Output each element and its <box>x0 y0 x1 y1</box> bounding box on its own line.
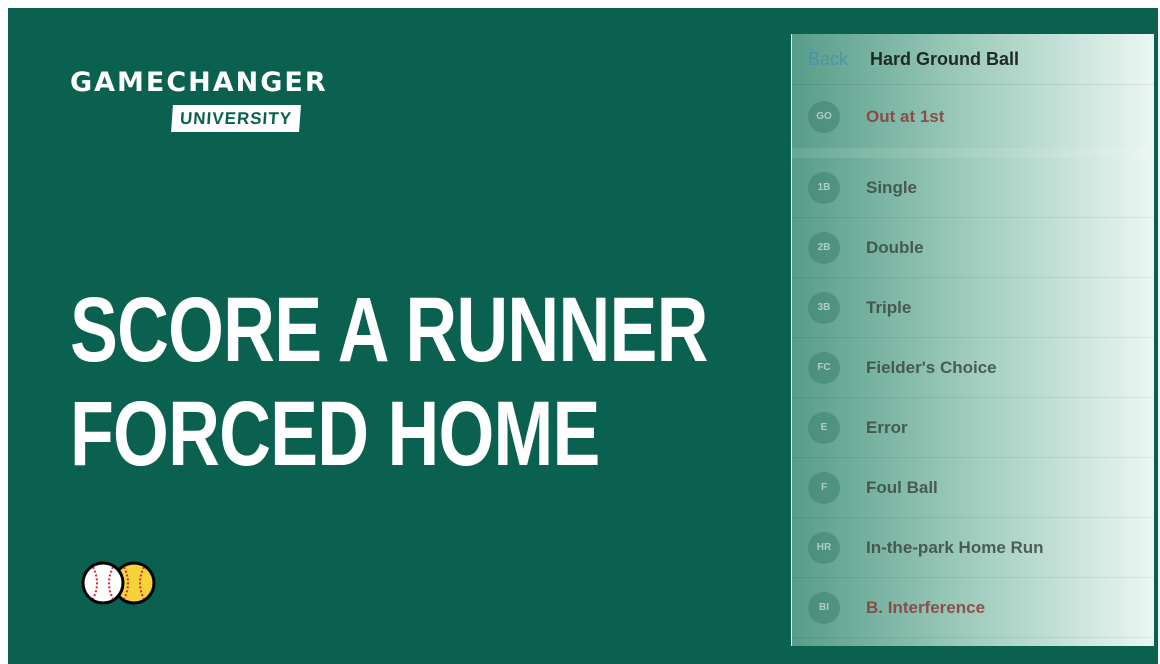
home-plate-icon: HR <box>808 531 840 564</box>
headline: SCORE A RUNNER FORCED HOME <box>70 278 708 486</box>
brand-sub-badge: UNIVERSITY <box>171 105 301 132</box>
menu-item-label: Fielder's Choice <box>866 357 997 377</box>
menu-item-label: In-the-park Home Run <box>866 537 1044 557</box>
back-button[interactable]: Back <box>808 49 848 70</box>
menu-item-label: Error <box>866 417 908 437</box>
ground-out-icon: GO <box>808 100 840 133</box>
foul-ball-icon: F <box>808 471 840 504</box>
gamechanger-logo: GAMECHANGER UNIVERSITY <box>70 66 430 132</box>
menu-item-batter-interference[interactable]: BI B. Interference <box>792 578 1154 638</box>
single-icon: 1B <box>808 171 840 204</box>
interference-icon: BI <box>808 591 840 624</box>
menu-item-label: Double <box>866 237 924 257</box>
headline-line-2: FORCED HOME <box>70 383 600 485</box>
triple-icon: 3B <box>808 291 840 324</box>
fielders-choice-icon: FC <box>808 351 840 384</box>
menu-item-double[interactable]: 2B Double <box>792 218 1154 278</box>
menu-item-label: B. Interference <box>866 597 986 617</box>
double-icon: 2B <box>808 231 840 264</box>
brand-name: GAMECHANGER <box>70 67 328 98</box>
menu-title: Hard Ground Ball <box>870 48 1020 69</box>
menu-item-fielders-choice[interactable]: FC Fielder's Choice <box>792 338 1154 398</box>
menu-item-single[interactable]: 1B Single <box>792 158 1154 218</box>
menu-header: Back Hard Ground Ball <box>792 34 1154 85</box>
menu-item-error[interactable]: E Error <box>792 398 1154 458</box>
menu-item-home-run[interactable]: HR In-the-park Home Run <box>792 518 1154 578</box>
menu-item-label: Triple <box>866 297 912 317</box>
menu-item-foul-ball[interactable]: F Foul Ball <box>792 458 1154 518</box>
error-icon: E <box>808 411 840 444</box>
menu-item-label: Foul Ball <box>866 477 938 497</box>
hit-outcome-menu: Back Hard Ground Ball GO Out at 1st 1B S… <box>791 34 1154 646</box>
baseball-icon <box>81 561 125 605</box>
thumbnail-frame: GAMECHANGER UNIVERSITY SCORE A RUNNER FO… <box>8 8 1158 664</box>
menu-item-out-at-1st[interactable]: GO Out at 1st <box>792 85 1154 158</box>
menu-item-label: Single <box>866 177 918 197</box>
headline-line-1: SCORE A RUNNER <box>70 279 708 381</box>
menu-item-triple[interactable]: 3B Triple <box>792 278 1154 338</box>
baseball-softball-icon <box>81 561 156 605</box>
menu-item-label: Out at 1st <box>866 106 945 126</box>
